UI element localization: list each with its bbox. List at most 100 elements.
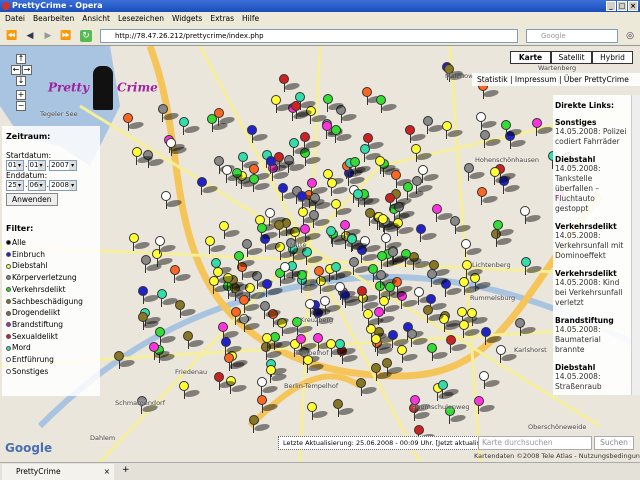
crime-marker[interactable] — [156, 288, 180, 307]
pan-up-button[interactable]: ↑ — [16, 54, 26, 64]
crime-marker[interactable] — [331, 199, 355, 218]
direct-link-item[interactable]: Verkehrsdelikt 14.05.2008: Verkehrsunfall… — [555, 222, 630, 261]
forward-icon[interactable]: ▶ — [42, 30, 54, 42]
crime-marker[interactable] — [178, 116, 202, 135]
pan-right-button[interactable]: → — [22, 65, 32, 75]
crime-marker[interactable] — [445, 335, 469, 354]
filter-item[interactable]: Mord — [6, 342, 96, 354]
crime-marker[interactable] — [356, 377, 380, 396]
menu-ansicht[interactable]: Ansicht — [82, 14, 110, 23]
crime-marker[interactable] — [450, 215, 474, 234]
filter-item[interactable]: Brandstiftung — [6, 319, 96, 331]
crime-marker[interactable] — [437, 379, 461, 398]
filter-item[interactable]: Diebstahl — [6, 260, 96, 272]
crime-marker[interactable] — [359, 143, 383, 162]
direct-link-item[interactable]: Verkehrsdelikt 14.05.2008: Kind bei Verke… — [555, 269, 630, 308]
crime-marker[interactable] — [242, 238, 266, 257]
crime-marker[interactable] — [221, 164, 245, 183]
crime-marker[interactable] — [213, 108, 237, 127]
map-search-button[interactable]: Suchen — [594, 436, 634, 450]
crime-marker[interactable] — [411, 143, 435, 162]
crime-marker[interactable] — [467, 307, 491, 326]
crime-marker[interactable] — [492, 220, 516, 239]
crime-marker[interactable] — [204, 235, 228, 254]
start-day-select[interactable]: 01 — [6, 160, 24, 171]
crime-marker[interactable] — [376, 251, 400, 270]
crime-marker[interactable] — [333, 398, 356, 417]
crime-marker[interactable] — [520, 205, 543, 224]
back-icon[interactable]: ◀ — [24, 30, 36, 42]
minimize-button[interactable]: _ — [606, 1, 616, 11]
menu-datei[interactable]: Datei — [5, 14, 25, 23]
crime-marker[interactable] — [370, 333, 394, 352]
crime-marker[interactable] — [279, 261, 303, 280]
filter-item[interactable]: Körperverletzung — [6, 272, 96, 284]
filter-item[interactable]: Sonstiges — [6, 366, 96, 378]
crime-marker[interactable] — [387, 329, 411, 348]
crime-marker[interactable] — [274, 219, 298, 238]
crime-marker[interactable] — [353, 189, 377, 208]
crime-marker[interactable] — [123, 112, 146, 131]
crime-marker[interactable] — [495, 344, 519, 363]
crime-marker[interactable] — [441, 120, 465, 139]
crime-marker[interactable] — [480, 326, 504, 345]
end-month-select[interactable]: 06 — [27, 180, 46, 191]
crime-marker[interactable] — [297, 190, 321, 209]
crime-marker[interactable] — [157, 104, 181, 123]
menu-bearbeiten[interactable]: Bearbeiten — [33, 14, 74, 23]
filter-item[interactable]: Entführung — [6, 354, 96, 366]
crime-marker[interactable] — [131, 146, 155, 165]
map-type-karte[interactable]: Karte — [510, 51, 551, 64]
crime-marker[interactable] — [219, 221, 243, 240]
crime-marker[interactable] — [426, 268, 450, 287]
map[interactable]: Tegeler See Malchow Wartenberg Hohenschö… — [0, 46, 640, 462]
crime-marker[interactable] — [461, 260, 485, 279]
crime-marker[interactable] — [161, 190, 185, 209]
new-tab-button[interactable]: + — [122, 465, 130, 475]
tab-prettycrime[interactable]: PrettyCrime × — [2, 464, 114, 480]
crime-marker[interactable] — [138, 285, 162, 304]
crime-marker[interactable] — [335, 281, 358, 300]
menu-lesezeichen[interactable]: Lesezeichen — [118, 14, 164, 23]
zoom-in-button[interactable]: + — [16, 90, 26, 100]
crime-marker[interactable] — [262, 332, 286, 351]
crime-marker[interactable] — [257, 394, 281, 413]
crime-marker[interactable] — [330, 125, 354, 144]
crime-marker[interactable] — [208, 275, 232, 294]
map-search-input[interactable]: Karte durchsuchen — [478, 436, 592, 450]
crime-marker[interactable] — [140, 255, 164, 274]
crime-marker[interactable] — [348, 257, 372, 276]
crime-marker[interactable] — [350, 157, 374, 176]
crime-marker[interactable] — [375, 155, 399, 174]
crime-marker[interactable] — [413, 287, 437, 306]
crime-marker[interactable] — [382, 357, 405, 376]
crime-marker[interactable] — [385, 192, 409, 211]
crime-marker[interactable] — [476, 186, 500, 205]
crime-marker[interactable] — [422, 115, 446, 134]
crime-marker[interactable] — [405, 125, 429, 144]
crime-marker[interactable] — [489, 167, 513, 186]
crime-marker[interactable] — [138, 311, 162, 330]
crime-marker[interactable] — [183, 330, 207, 349]
end-year-select[interactable]: 2008 — [49, 180, 78, 191]
filter-item[interactable]: Einbruch — [6, 249, 96, 261]
crime-marker[interactable] — [406, 329, 430, 348]
crime-marker[interactable] — [265, 365, 289, 384]
direct-link-item[interactable]: Sonstiges 14.05.2008: Polizei codiert Fah… — [555, 118, 630, 147]
crime-marker[interactable] — [391, 170, 415, 189]
scrollbar[interactable] — [631, 95, 640, 395]
reload-icon[interactable]: ↻ — [80, 30, 92, 42]
filter-item[interactable]: Sachbeschädigung — [6, 296, 96, 308]
fast-forward-icon[interactable]: ⏩ — [60, 30, 72, 42]
crime-marker[interactable] — [279, 74, 303, 93]
crime-marker[interactable] — [247, 124, 271, 143]
crime-marker[interactable] — [271, 95, 295, 114]
crime-marker[interactable] — [302, 354, 326, 373]
crime-marker[interactable] — [274, 152, 297, 171]
crime-marker[interactable] — [239, 294, 263, 313]
link-statistik[interactable]: Statistik — [477, 75, 508, 84]
crime-marker[interactable] — [364, 208, 388, 227]
end-day-select[interactable]: 25 — [6, 180, 24, 191]
crime-marker[interactable] — [175, 299, 199, 318]
crime-marker[interactable] — [402, 181, 426, 200]
